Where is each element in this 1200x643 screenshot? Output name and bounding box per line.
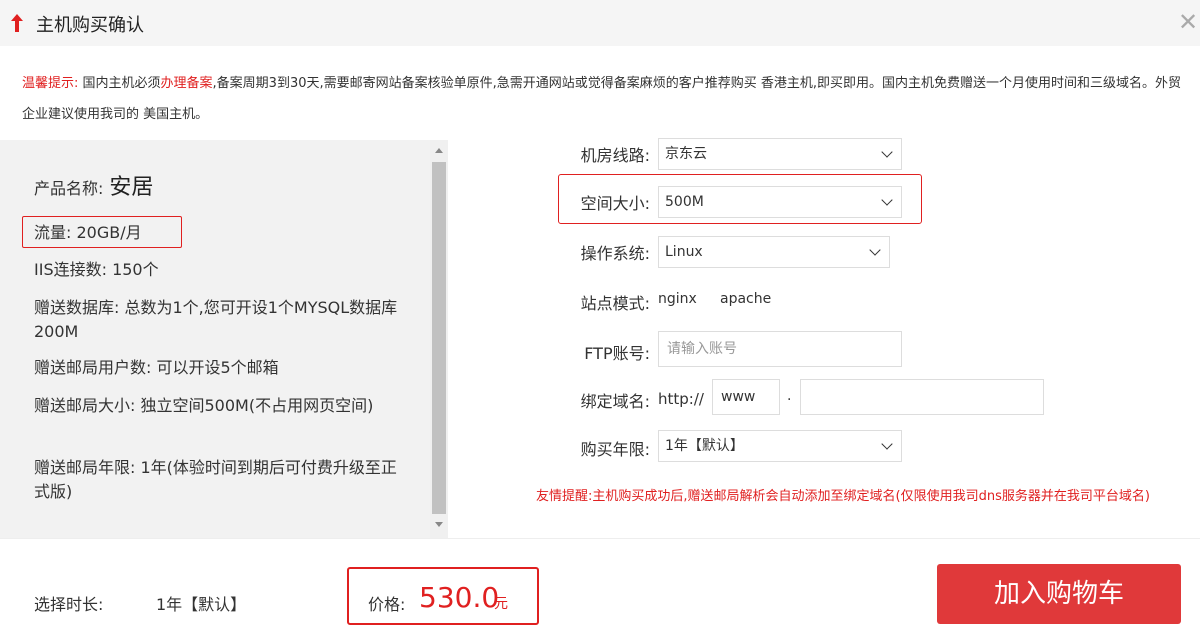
product-info-panel: 产品名称: 安居 流量: 20GB/月 IIS连接数: 150个 赠送数据库: 总… (0, 140, 430, 538)
space-select-value: 500M (665, 194, 704, 210)
domain-label: 绑定域名: (580, 392, 650, 411)
duration-label: 选择时长: (34, 595, 104, 614)
filing-link[interactable]: 办理备案 (161, 76, 213, 91)
year-select[interactable]: 1年【默认】 (658, 430, 902, 462)
space-label: 空间大小: (580, 194, 650, 213)
os-label: 操作系统: (580, 244, 650, 263)
database-info: 赠送数据库: 总数为1个,您可开设1个MYSQL数据库200M (34, 298, 398, 341)
mail-years-info: 赠送邮局年限: 1年(体验时间到期后可付费升级至正式版) (34, 458, 397, 501)
purchase-footer: 选择时长: 1年【默认】 价格: 530.0 元 加入购物车 (0, 538, 1200, 643)
domain-www-value: www (721, 389, 756, 405)
traffic-info: 流量: 20GB/月 (34, 223, 142, 242)
chevron-down-icon (881, 146, 893, 158)
chevron-down-icon (869, 244, 881, 256)
mode-option-nginx[interactable]: nginx (658, 291, 697, 307)
year-label: 购买年限: (580, 440, 650, 459)
product-name-label: 产品名称: (34, 179, 104, 198)
scrollbar-thumb[interactable] (432, 162, 446, 514)
mode-label: 站点模式: (580, 294, 650, 313)
chevron-down-icon (881, 438, 893, 450)
domain-dot: . (787, 388, 792, 404)
dialog-title: 主机购买确认 (36, 15, 144, 36)
domain-www-input[interactable]: www (712, 379, 780, 415)
mode-option-apache[interactable]: apache (720, 291, 771, 307)
chevron-down-icon (881, 194, 893, 206)
product-name-value: 安居 (109, 175, 154, 200)
add-to-cart-button[interactable]: 加入购物车 (937, 564, 1181, 624)
mail-size-info: 赠送邮局大小: 独立空间500M(不占用网页空间) (34, 396, 374, 415)
panel-scrollbar[interactable] (430, 140, 448, 538)
line-select[interactable]: 京东云 (658, 138, 902, 170)
dialog-titlebar: 主机购买确认 ✕ (0, 0, 1200, 46)
notice-part1: 国内主机必须 (78, 76, 161, 91)
close-icon[interactable]: ✕ (1178, 10, 1198, 34)
line-select-value: 京东云 (665, 146, 707, 162)
iis-info: IIS连接数: 150个 (34, 260, 159, 279)
ftp-label: FTP账号: (584, 344, 650, 363)
duration-value: 1年【默认】 (156, 595, 247, 614)
mail-users-info: 赠送邮局用户数: 可以开设5个邮箱 (34, 358, 279, 377)
brand-logo-icon (11, 14, 23, 32)
price-value: 530.0 (419, 581, 500, 614)
notice-text: 温馨提示: 国内主机必须办理备案,备案周期3到30天,需要邮寄网站备案核验单原件… (22, 68, 1182, 130)
year-select-value: 1年【默认】 (665, 438, 744, 454)
scroll-up-icon[interactable] (435, 148, 443, 153)
line-label: 机房线路: (580, 146, 650, 165)
os-select-value: Linux (665, 244, 703, 260)
ftp-placeholder: 请输入账号 (667, 341, 737, 357)
scroll-down-icon[interactable] (435, 522, 443, 527)
notice-prefix: 温馨提示: (22, 76, 79, 91)
price-label: 价格: (368, 595, 406, 614)
product-name: 产品名称: 安居 (34, 176, 414, 201)
friendly-tip: 友情提醒:主机购买成功后,赠送邮局解析会自动添加至绑定域名(仅限使用我司dns服… (536, 489, 1150, 504)
os-select[interactable]: Linux (658, 236, 890, 268)
ftp-input[interactable]: 请输入账号 (658, 331, 902, 367)
price-unit: 元 (494, 596, 508, 612)
space-select[interactable]: 500M (658, 186, 902, 218)
domain-prefix: http:// (658, 390, 704, 408)
domain-name-input[interactable] (800, 379, 1044, 415)
